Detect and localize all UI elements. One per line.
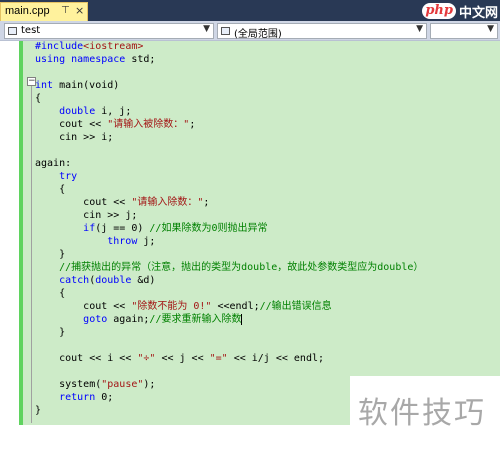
- code-line: system("pause");: [59, 379, 156, 390]
- editor-gutter: [0, 41, 20, 451]
- code-line: return 0;: [59, 392, 114, 403]
- code-line: cout << "请输入被除数：";: [59, 119, 196, 130]
- navigation-bar: test ▼ (全局范围) ▼ ▼: [0, 21, 500, 41]
- code-line: {: [35, 93, 42, 104]
- code-line: using namespace std;: [35, 54, 156, 65]
- code-line: }: [59, 327, 66, 338]
- member-scope-value: (全局范围): [234, 29, 282, 40]
- chevron-down-icon: ▼: [203, 24, 210, 34]
- project-icon: [8, 27, 17, 35]
- code-line: }: [35, 405, 42, 416]
- pin-icon[interactable]: ⊤: [61, 5, 70, 16]
- site-logo: php 中文网: [422, 1, 498, 21]
- code-line: cin >> j;: [83, 210, 138, 221]
- tab-label: main.cpp: [5, 5, 50, 17]
- code-line: #include<iostream>: [35, 41, 144, 52]
- code-line: goto again;//要求重新输入除数: [83, 313, 243, 325]
- code-line: again:: [35, 158, 72, 169]
- chevron-down-icon: ▼: [416, 24, 423, 34]
- outline-line: [31, 83, 32, 423]
- code-line: throw j;: [107, 236, 156, 247]
- text-cursor: [241, 313, 243, 325]
- code-line: try: [59, 171, 78, 182]
- function-dropdown[interactable]: ▼: [430, 23, 498, 39]
- logo-php: php: [422, 3, 456, 19]
- code-line: int main(void): [35, 80, 120, 91]
- close-icon[interactable]: ×: [75, 4, 84, 17]
- code-line: //捕获抛出的异常（注意，抛出的类型为double，故此处参数类型应为doubl…: [59, 262, 424, 273]
- code-line: cout << "请输入除数：";: [83, 197, 210, 208]
- code-line: cin >> i;: [59, 132, 114, 143]
- member-scope-dropdown[interactable]: (全局范围) ▼: [217, 23, 427, 40]
- code-line: double i, j;: [59, 106, 132, 117]
- code-line: {: [59, 288, 66, 299]
- chevron-down-icon: ▼: [487, 24, 494, 34]
- scope-icon: [221, 27, 230, 35]
- code-line: {: [59, 184, 66, 195]
- document-tab-strip: main.cpp ⊤ × php 中文网: [0, 0, 500, 21]
- project-scope-value: test: [21, 25, 41, 36]
- logo-cn: 中文网: [458, 5, 498, 21]
- code-line: }: [59, 249, 66, 260]
- watermark-text: 软件技巧: [358, 396, 486, 431]
- code-line: catch(double &d): [59, 275, 156, 286]
- code-line: cout << "除数不能为 0!" <<endl;//输出错误信息: [83, 301, 332, 312]
- code-line: cout << i << "÷" << j << "=" << i/j << e…: [59, 353, 325, 364]
- tab-main-cpp[interactable]: main.cpp ⊤ ×: [0, 2, 88, 21]
- code-line: if(j == 0) //如果除数为0则抛出异常: [83, 223, 268, 234]
- project-scope-dropdown[interactable]: test ▼: [4, 23, 214, 39]
